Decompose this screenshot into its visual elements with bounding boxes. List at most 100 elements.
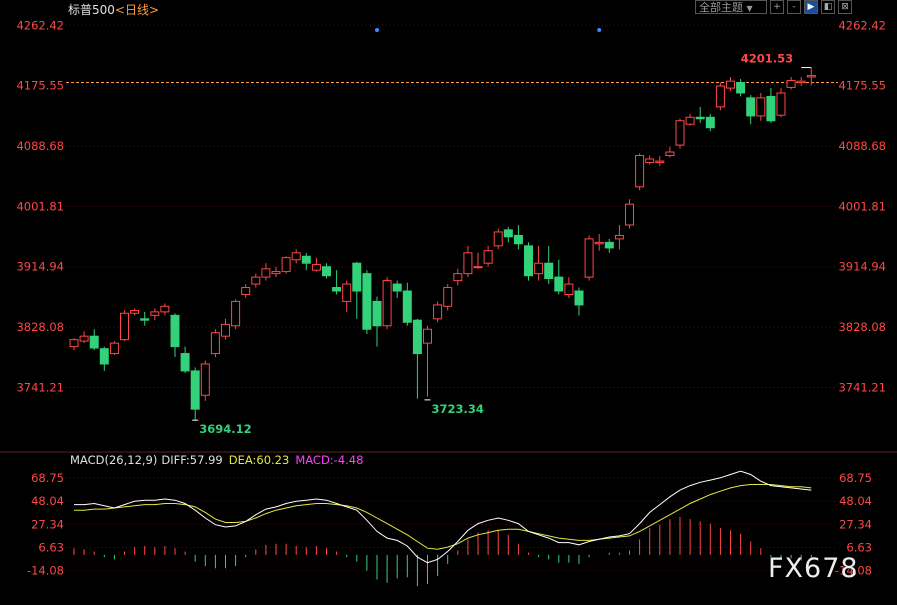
candle-body <box>695 116 705 120</box>
candle-body <box>89 335 99 349</box>
candle-body <box>190 370 200 410</box>
price-tick-label-right: 4262.42 <box>838 18 886 32</box>
candle <box>746 95 756 125</box>
candle-body <box>746 97 756 117</box>
macd-tick-label-left: 6.63 <box>38 540 64 554</box>
candle <box>675 118 685 149</box>
zoom-in-button[interactable]: + <box>770 0 784 14</box>
macd-histogram <box>73 516 812 587</box>
candle <box>726 76 735 91</box>
candle-body <box>362 273 372 330</box>
candle-body <box>342 283 352 302</box>
candle-body <box>564 283 574 295</box>
price-tick-label-left: 4262.42 <box>16 18 64 32</box>
price-tick-label-right: 3914.94 <box>838 260 886 274</box>
high-annotation: 4201.53 <box>741 52 793 66</box>
price-tick-label-left: 4088.68 <box>16 139 64 153</box>
macd-tick-label-left: 48.04 <box>31 494 64 508</box>
price-tick-label-left: 3741.21 <box>16 380 64 394</box>
candle-body <box>544 262 554 280</box>
candle <box>604 238 614 253</box>
candle <box>645 155 655 165</box>
chart-title: 标普500<日线> <box>68 3 159 17</box>
candle <box>594 234 604 251</box>
candle <box>210 329 220 358</box>
candle-body <box>594 241 604 245</box>
candle-body <box>170 314 180 348</box>
candle <box>705 113 715 132</box>
candle-body <box>433 304 443 320</box>
candle <box>89 329 99 351</box>
low-annotation: 3694.12 <box>199 422 251 436</box>
candle <box>130 308 140 316</box>
candle-body <box>625 203 634 226</box>
candle-body <box>513 234 523 245</box>
candle-body <box>806 75 816 78</box>
candle <box>574 287 584 316</box>
candle-body <box>584 238 594 278</box>
theme-selector[interactable]: 全部主题 ▼ <box>695 0 767 14</box>
candle <box>180 346 190 374</box>
candle-body <box>200 363 210 396</box>
layout-button[interactable]: ◧ <box>821 0 835 14</box>
candle-body <box>180 353 190 372</box>
price-axis-right: 4262.42 4175.55 4088.68 4001.81 3914.94 3828.… <box>838 18 886 394</box>
candle-body <box>241 287 251 295</box>
candle <box>402 282 412 326</box>
candle <box>625 199 634 229</box>
candle <box>311 257 321 272</box>
dea-value-label: DEA:60.23 <box>229 453 290 467</box>
close-button[interactable]: ⊠ <box>838 0 852 14</box>
candle <box>544 245 554 285</box>
candle-body <box>372 300 382 327</box>
macd-header: MACD(26,12,9) DIFF:57.99 DEA:60.23 MACD:-4.… <box>70 453 363 467</box>
candle <box>635 153 645 191</box>
candle <box>483 245 493 267</box>
candle-body <box>210 332 220 355</box>
candle-body <box>412 319 422 355</box>
candle-body <box>574 290 584 306</box>
chevron-down-icon: ▼ <box>746 4 753 13</box>
candle-body <box>443 287 453 307</box>
candle-body <box>786 79 796 88</box>
candle-body <box>221 323 230 337</box>
candle <box>332 270 342 295</box>
zoom-out-button[interactable]: - <box>787 0 801 14</box>
candle <box>685 113 695 126</box>
candle-body <box>483 250 493 264</box>
candle <box>766 88 776 123</box>
candle-body <box>99 348 109 365</box>
candle <box>99 346 109 371</box>
macd-params-label: MACD(26,12,9) <box>70 453 157 467</box>
candle <box>655 156 665 166</box>
candle <box>69 338 79 351</box>
candle <box>554 259 564 295</box>
candle-body <box>160 305 170 313</box>
candle-body <box>503 229 513 238</box>
candlestick-series <box>69 67 816 421</box>
price-tick-label-left: 3828.08 <box>16 320 64 334</box>
candle-body <box>332 287 342 292</box>
candle-body <box>776 92 786 116</box>
candle-body <box>130 309 140 314</box>
candle-body <box>150 311 160 316</box>
candle-body <box>453 273 463 282</box>
candle <box>271 266 281 278</box>
candle-body <box>736 82 746 94</box>
candle-body <box>635 155 645 188</box>
candle-body <box>554 276 564 292</box>
macd-tick-label-right: 27.34 <box>839 517 872 531</box>
candle <box>190 367 200 421</box>
candle-body <box>79 335 89 342</box>
candle-body <box>705 116 715 129</box>
play-button[interactable]: ▶ <box>804 0 818 14</box>
candle <box>150 308 160 321</box>
candle <box>120 310 129 342</box>
candle <box>251 273 261 288</box>
price-tick-label-right: 4088.68 <box>838 139 886 153</box>
candle <box>584 235 594 281</box>
price-tick-label-left: 4001.81 <box>16 199 64 213</box>
candle <box>695 106 705 123</box>
candle-body <box>756 97 766 117</box>
candle-body <box>382 280 392 327</box>
